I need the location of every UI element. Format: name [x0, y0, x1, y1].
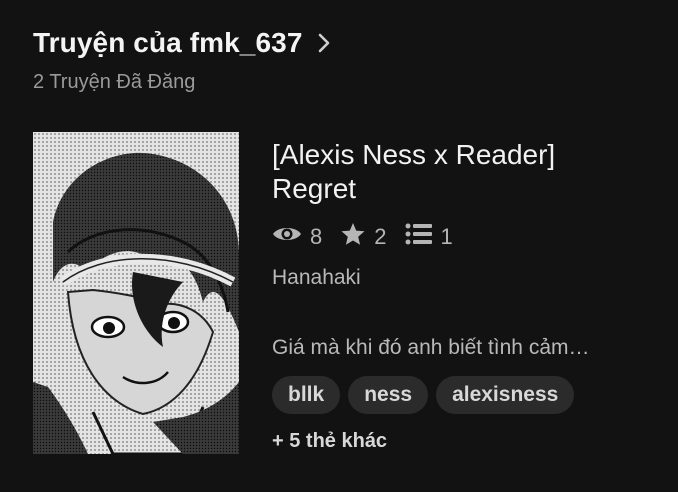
- star-icon: [340, 222, 374, 252]
- tag-chip[interactable]: alexisness: [436, 376, 575, 414]
- story-title[interactable]: [Alexis Ness x Reader] Regret: [272, 138, 652, 206]
- tag-chip[interactable]: ness: [348, 376, 429, 414]
- works-header: Truyện của fmk_637 2 Truyện Đã Đăng: [33, 27, 331, 94]
- parts-count: 1: [440, 224, 453, 249]
- votes-stat: 2: [340, 222, 387, 252]
- list-icon: [405, 223, 441, 251]
- story-title-line1: [Alexis Ness x Reader]: [272, 139, 556, 170]
- story-description: Giá mà khi đó anh biết tình cảm…: [272, 336, 590, 359]
- tag-list: bllk ness alexisness: [272, 376, 652, 414]
- story-tagline: Hanahaki: [272, 266, 361, 289]
- more-tags-link[interactable]: + 5 thẻ khác: [272, 430, 652, 453]
- story-info: [Alexis Ness x Reader] Regret 8 2 1 Hana…: [272, 138, 652, 453]
- views-stat: 8: [272, 223, 322, 251]
- views-count: 8: [310, 224, 323, 249]
- votes-count: 2: [374, 224, 387, 249]
- eye-icon: [272, 223, 310, 251]
- chevron-right-icon: [317, 32, 331, 59]
- parts-stat: 1: [405, 223, 453, 251]
- works-count: 2 Truyện Đã Đăng: [33, 71, 196, 93]
- works-title-link[interactable]: Truyện của fmk_637: [33, 27, 331, 59]
- story-cover-image[interactable]: [33, 132, 239, 454]
- story-title-line2: Regret: [272, 173, 357, 204]
- tag-chip[interactable]: bllk: [272, 376, 341, 414]
- works-title: Truyện của fmk_637: [33, 27, 303, 58]
- story-stats: 8 2 1: [272, 222, 652, 252]
